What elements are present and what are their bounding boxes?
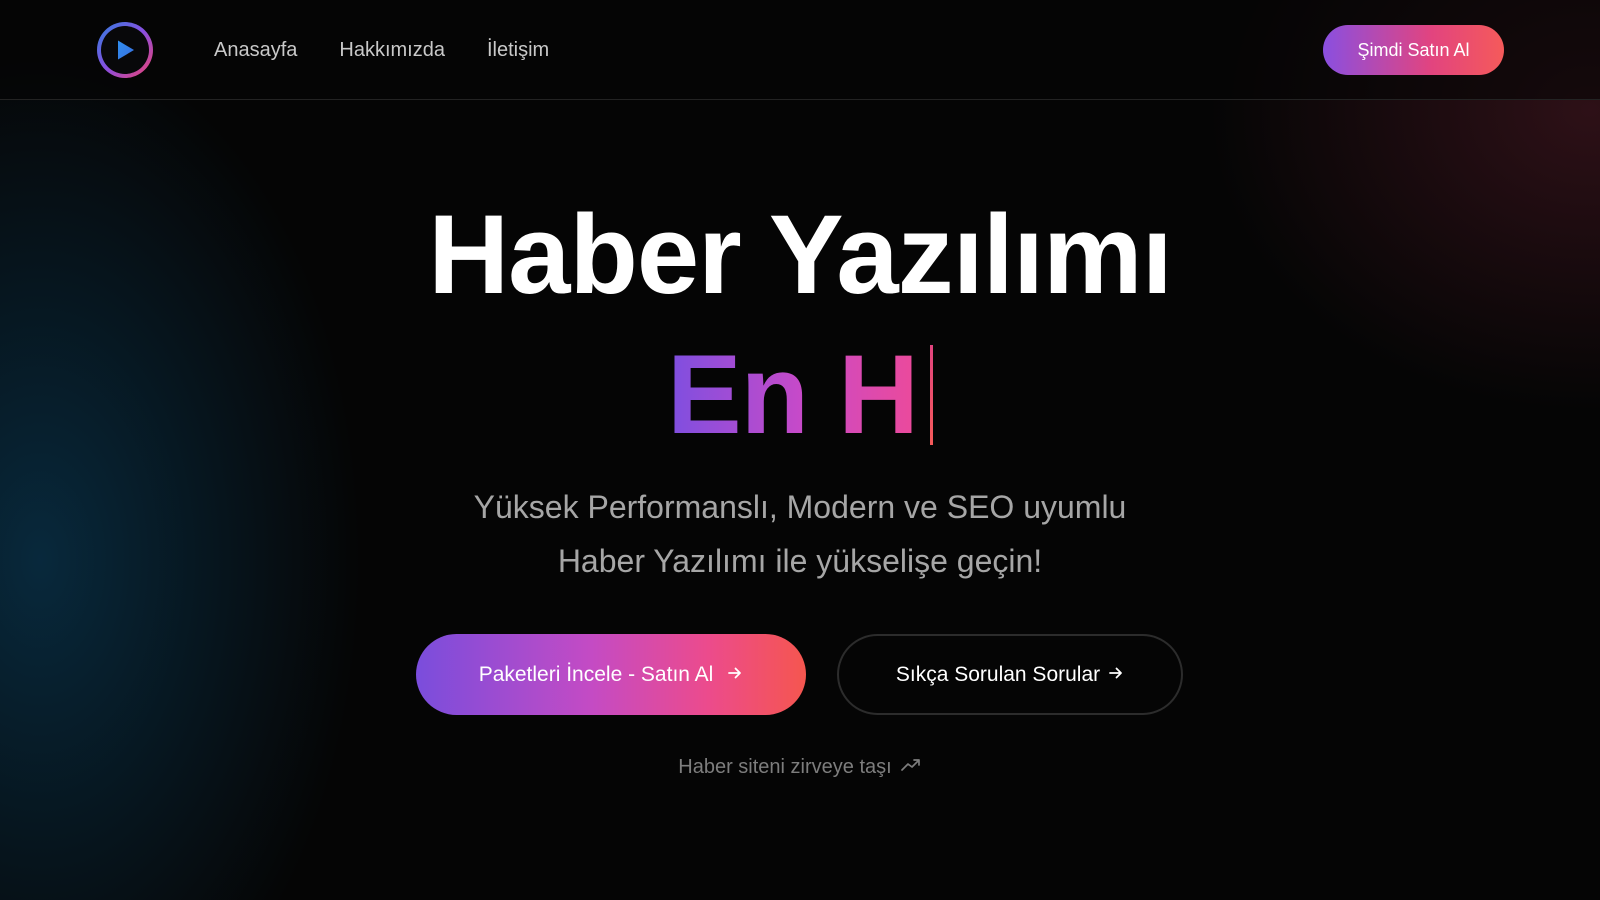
- typed-headline: En H: [0, 330, 1600, 460]
- secondary-cta-label: Sıkça Sorulan Sorular: [895, 662, 1101, 686]
- logo[interactable]: [97, 22, 153, 78]
- hero-title: Haber Yazılımı: [428, 192, 1172, 317]
- subtitle-line-1: Yüksek Performanslı, Modern ve SEO uyuml…: [473, 489, 1127, 525]
- typed-text: En H: [667, 330, 919, 460]
- hero-subtitle: Yüksek Performanslı, Modern ve SEO uyuml…: [0, 480, 1600, 588]
- arrow-right-icon: [1108, 665, 1124, 685]
- nav-link-contact[interactable]: İletişim: [487, 38, 549, 62]
- buy-now-button[interactable]: Şimdi Satın Al: [1323, 25, 1504, 75]
- landing-page: Anasayfa Hakkımızda İletişim Şimdi Satın…: [0, 0, 1600, 900]
- arrow-right-icon: [727, 665, 743, 685]
- nav-link-about[interactable]: Hakkımızda: [339, 38, 445, 62]
- subtitle-line-2: Haber Yazılımı ile yükselişe geçin!: [557, 543, 1043, 579]
- main-navigation: Anasayfa Hakkımızda İletişim: [214, 38, 549, 62]
- logo-inner: [101, 26, 149, 74]
- view-packages-buy-button[interactable]: Paketleri İncele - Satın Al: [416, 634, 806, 715]
- trending-up-icon: [900, 756, 922, 779]
- play-circle-icon: [118, 40, 134, 60]
- nav-link-home[interactable]: Anasayfa: [214, 38, 297, 62]
- faq-button[interactable]: Sıkça Sorulan Sorular: [837, 634, 1183, 715]
- typing-cursor: [930, 345, 934, 445]
- primary-cta-label: Paketleri İncele - Satın Al: [478, 662, 714, 686]
- tagline-text: Haber siteni zirveye taşı: [678, 756, 892, 778]
- hero-tagline: Haber siteni zirveye taşı: [0, 756, 1600, 779]
- top-navbar: Anasayfa Hakkımızda İletişim Şimdi Satın…: [0, 0, 1600, 100]
